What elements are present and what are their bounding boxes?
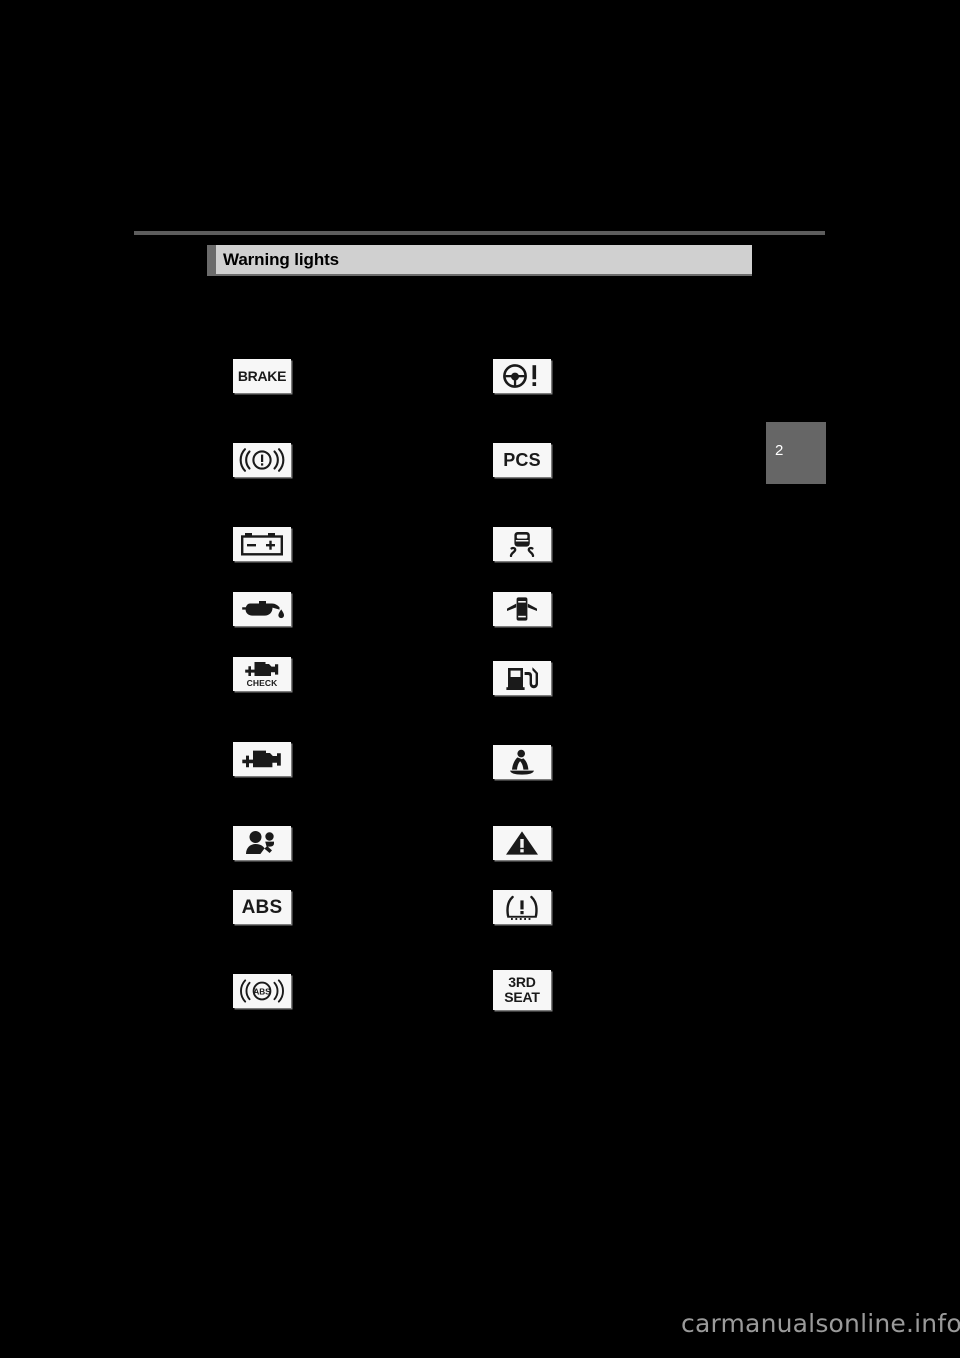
- warning-light-label: CHECK: [246, 678, 278, 689]
- warning-light-electric-power-steering: [493, 359, 551, 393]
- brake-circle-icon: [239, 447, 285, 473]
- warning-light-abs: ABS: [233, 890, 291, 924]
- warning-light-abs-circle: ABS: [233, 974, 291, 1008]
- warning-light-srs-airbag: [233, 826, 291, 860]
- warning-light-third-seat-belt-reminder: 3RD SEAT: [493, 970, 551, 1010]
- warning-light-engine-oil-pressure: [233, 592, 291, 626]
- warning-light-check-engine: CHECK: [233, 657, 291, 691]
- warning-light-door-ajar: [493, 592, 551, 626]
- door-open-icon: [504, 596, 540, 622]
- warning-light-brake-circle: [233, 443, 291, 477]
- warning-light-malfunction-indicator: [233, 742, 291, 776]
- warning-light-tire-pressure: [493, 890, 551, 924]
- warning-light-skid-control: [493, 527, 551, 561]
- warning-triangle-icon: [505, 830, 539, 856]
- warning-light-label: 3RD SEAT: [504, 974, 540, 1005]
- airbag-icon: [242, 830, 282, 856]
- warning-light-low-fuel: [493, 661, 551, 695]
- seat-belt-icon: [505, 749, 539, 775]
- warning-light-pcs: PCS: [493, 443, 551, 477]
- warning-light-label: PCS: [503, 450, 541, 470]
- engine-check-icon: CHECK: [244, 660, 280, 688]
- warning-light-master-warning: [493, 826, 551, 860]
- battery-icon: [240, 532, 284, 556]
- steering-wheel-alert-icon: [501, 363, 543, 389]
- warning-lights-grid: BRAKE CHECK ABS ABS PCS 3RD SEAT: [0, 0, 960, 1358]
- warning-light-label: ABS: [241, 896, 283, 918]
- fuel-pump-icon: [505, 665, 539, 691]
- skid-control-icon: [507, 531, 537, 557]
- svg-text:ABS: ABS: [253, 988, 271, 997]
- engine-icon: [241, 748, 283, 770]
- abs-circle-icon: ABS: [237, 978, 287, 1004]
- site-watermark: carmanualsonline.info: [681, 1309, 960, 1338]
- warning-light-charging-system: [233, 527, 291, 561]
- warning-light-brake-system: BRAKE: [233, 359, 291, 393]
- manual-page: Warning lights 2 BRAKE CHECK ABS ABS PCS…: [0, 0, 960, 1358]
- warning-light-label: BRAKE: [237, 368, 287, 384]
- oil-can-icon: [239, 597, 285, 621]
- tire-pressure-icon: [503, 894, 541, 920]
- warning-light-seat-belt-reminder: [493, 745, 551, 779]
